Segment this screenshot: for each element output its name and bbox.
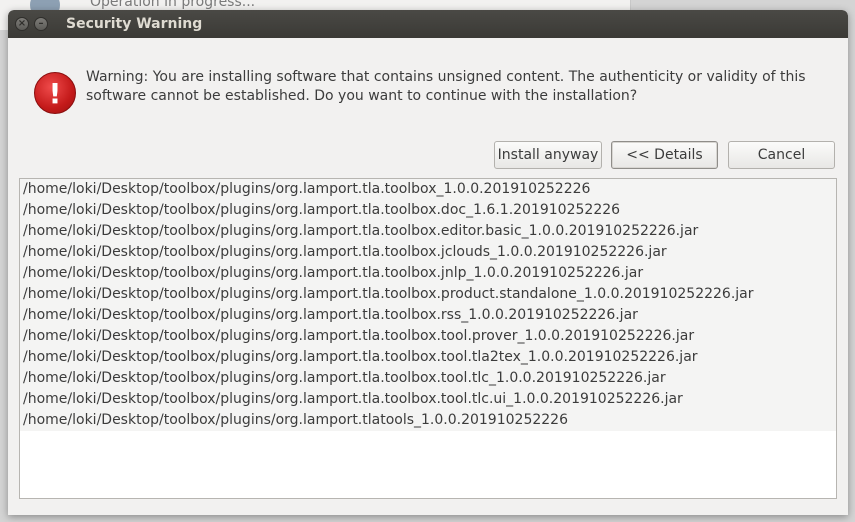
list-item[interactable]: /home/loki/Desktop/toolbox/plugins/org.l… — [20, 305, 836, 326]
list-item[interactable]: /home/loki/Desktop/toolbox/plugins/org.l… — [20, 179, 836, 200]
background-status-text: Operation in progress... — [90, 0, 256, 10]
list-item[interactable]: /home/loki/Desktop/toolbox/plugins/org.l… — [20, 221, 836, 242]
list-item[interactable]: /home/loki/Desktop/toolbox/plugins/org.l… — [20, 410, 836, 431]
close-window-icon[interactable]: × — [15, 17, 29, 31]
dialog-title: Security Warning — [66, 16, 203, 32]
details-button[interactable]: << Details — [611, 141, 718, 169]
warning-icon: ! — [34, 72, 76, 114]
list-item[interactable]: /home/loki/Desktop/toolbox/plugins/org.l… — [20, 200, 836, 221]
list-item[interactable]: /home/loki/Desktop/toolbox/plugins/org.l… — [20, 347, 836, 368]
list-item[interactable]: /home/loki/Desktop/toolbox/plugins/org.l… — [20, 263, 836, 284]
cancel-button[interactable]: Cancel — [728, 141, 835, 169]
list-item[interactable]: /home/loki/Desktop/toolbox/plugins/org.l… — [20, 326, 836, 347]
unsigned-files-list[interactable]: /home/loki/Desktop/toolbox/plugins/org.l… — [19, 178, 837, 499]
list-item[interactable]: /home/loki/Desktop/toolbox/plugins/org.l… — [20, 284, 836, 305]
titlebar: × – Security Warning — [8, 10, 848, 38]
install-anyway-button[interactable]: Install anyway — [494, 141, 602, 169]
list-item[interactable]: /home/loki/Desktop/toolbox/plugins/org.l… — [20, 389, 836, 410]
warning-message: Warning: You are installing software tha… — [86, 69, 806, 104]
minimize-window-icon[interactable]: – — [34, 17, 48, 31]
list-item[interactable]: /home/loki/Desktop/toolbox/plugins/org.l… — [20, 368, 836, 389]
list-item[interactable]: /home/loki/Desktop/toolbox/plugins/org.l… — [20, 242, 836, 263]
file-list-content: /home/loki/Desktop/toolbox/plugins/org.l… — [20, 179, 836, 431]
security-warning-dialog: × – Security Warning ! Warning: You are … — [8, 10, 848, 515]
